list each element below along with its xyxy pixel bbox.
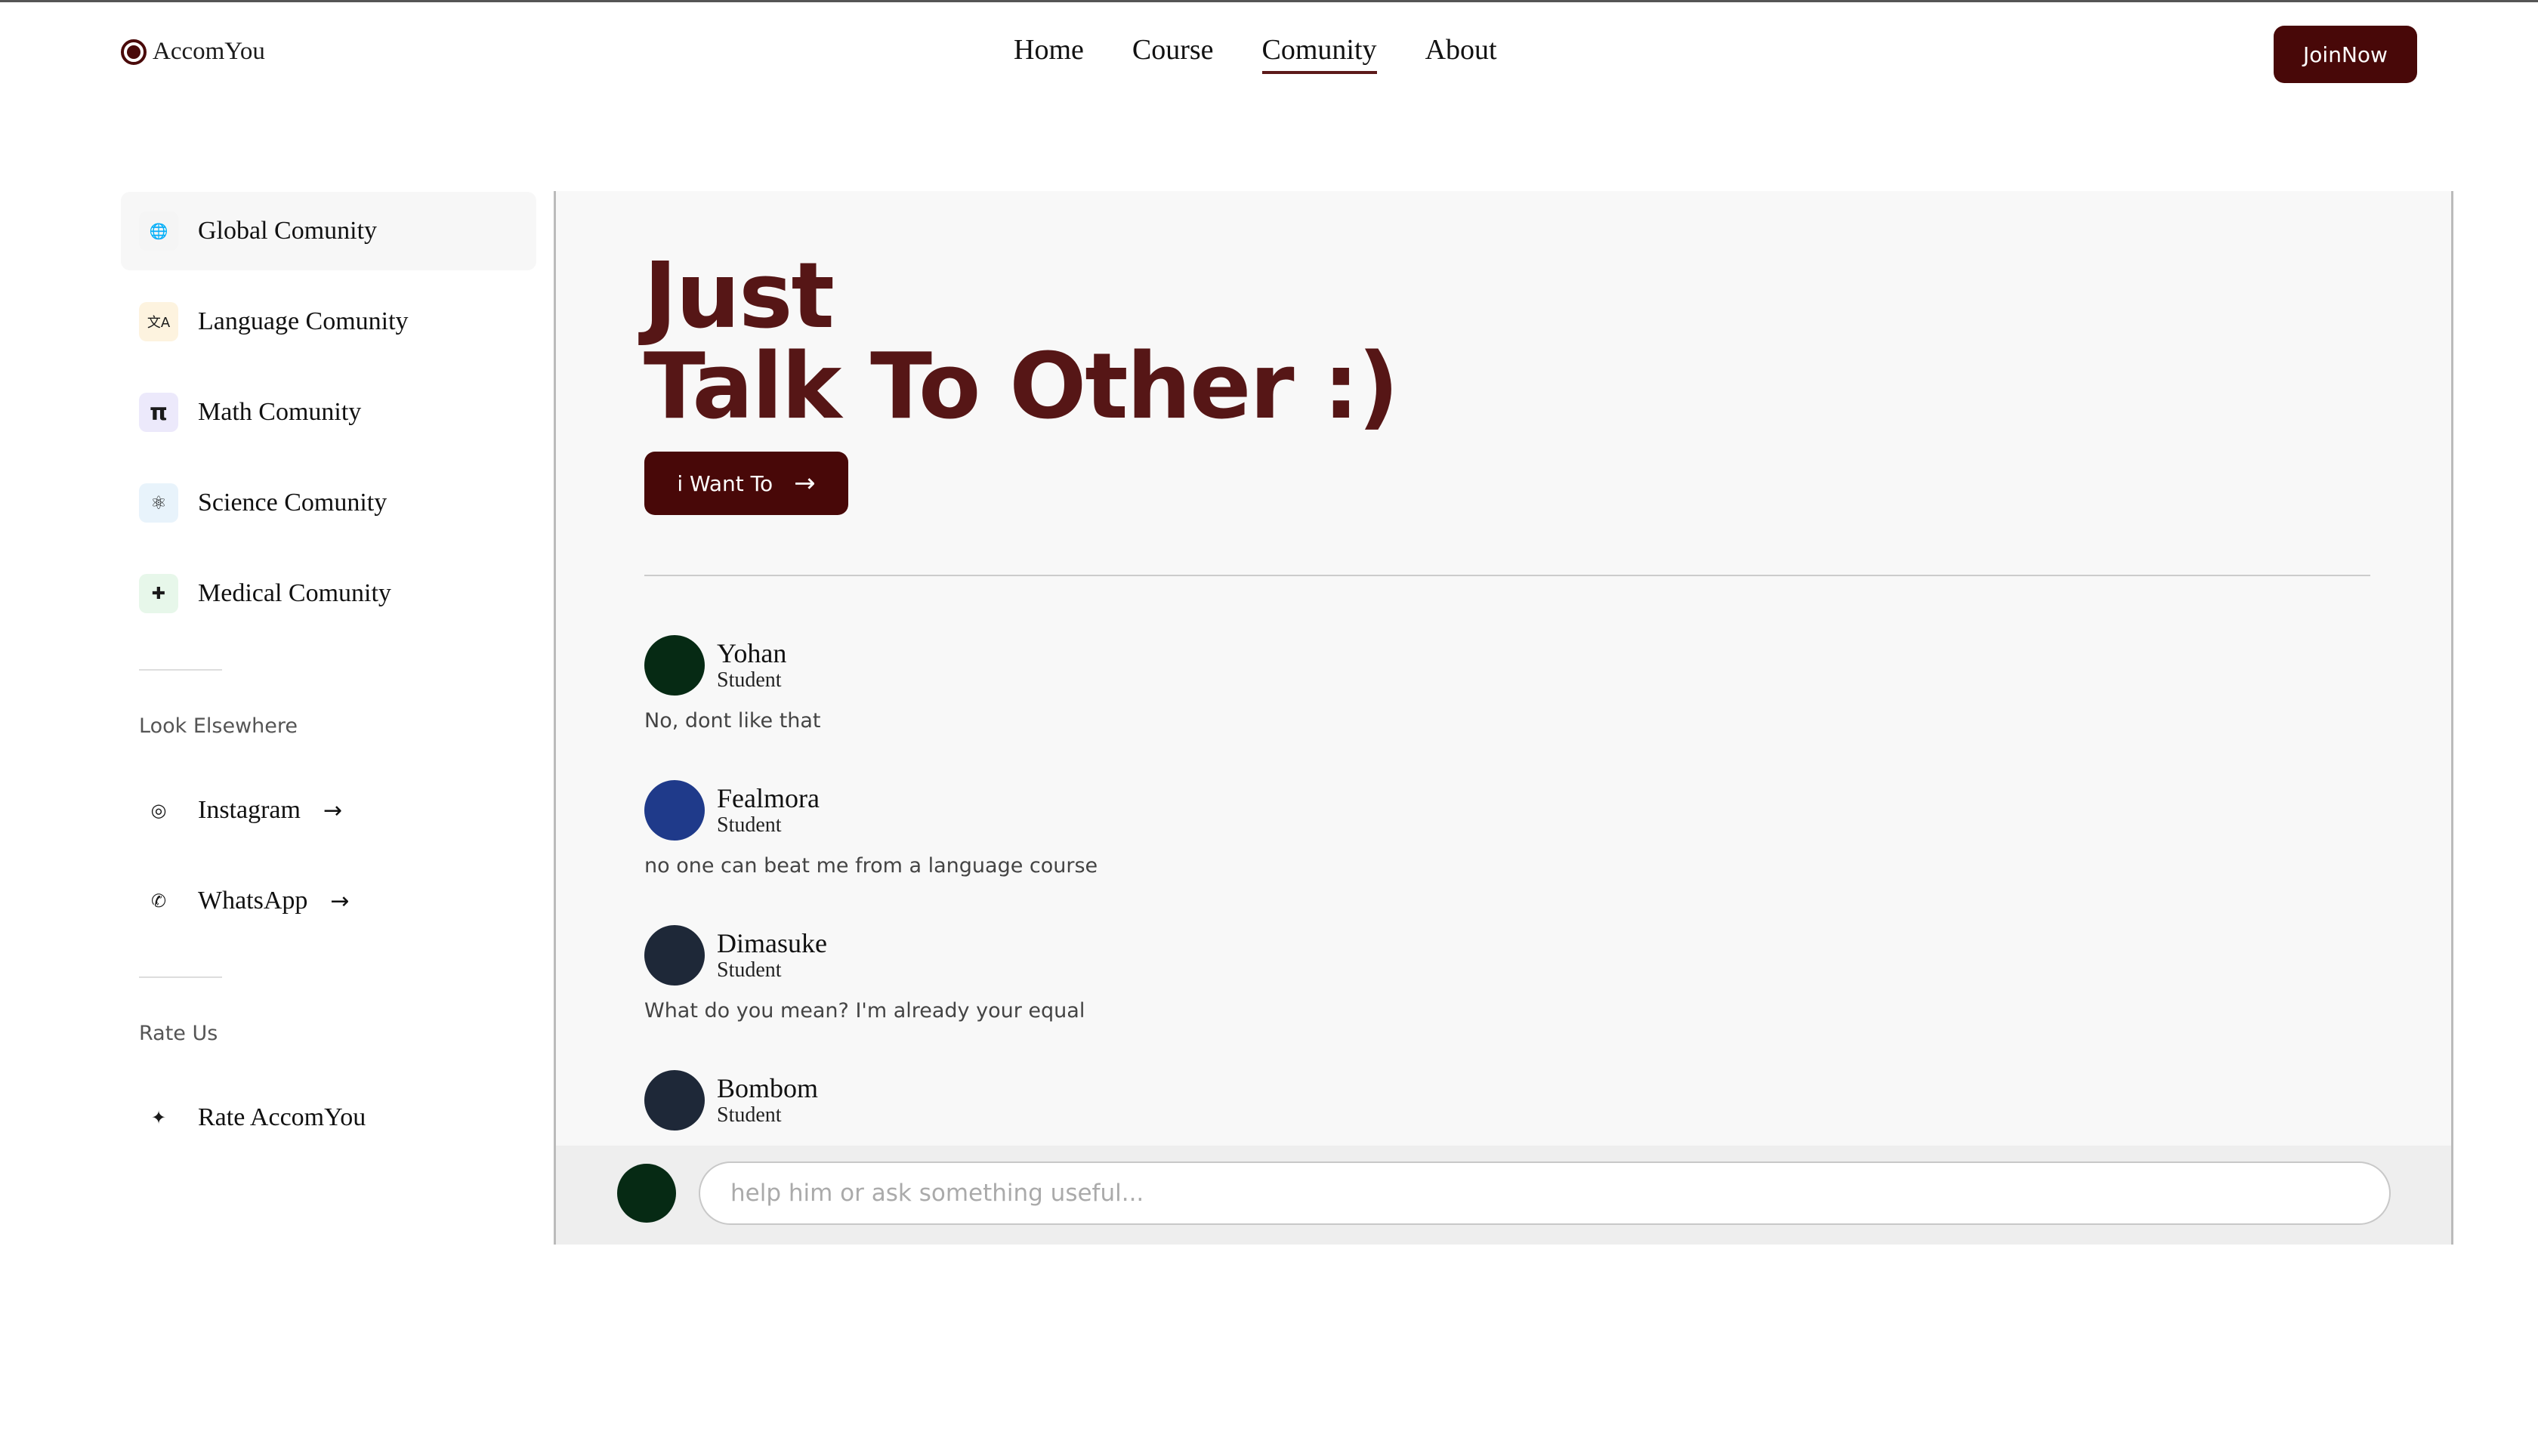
community-panel: Just Talk To Other :) i Want To → Yohan … (554, 191, 2453, 1245)
sidebar-item-science[interactable]: ⚛ Science Comunity (121, 464, 536, 542)
atom-icon: ⚛ (139, 483, 178, 523)
comment-text: What do you mean? I'm already your equal (644, 999, 1085, 1023)
sidebar-item-global[interactable]: 🌐 Global Comunity (121, 192, 536, 270)
comment-author[interactable]: Fealmora (717, 783, 820, 813)
look-elsewhere-heading: Look Elsewhere (139, 714, 298, 738)
comment-item: Dimasuke Student What do you mean? I'm a… (644, 925, 2306, 1070)
join-now-button[interactable]: JoinNow (2274, 26, 2417, 83)
sidebar-item-label: Math Comunity (198, 398, 362, 426)
rate-us-heading: Rate Us (139, 1022, 218, 1045)
main-nav: Home Course Comunity About (1014, 33, 1497, 74)
avatar[interactable] (644, 780, 705, 841)
avatar[interactable] (617, 1164, 676, 1223)
reply-bar (556, 1146, 2451, 1245)
divider (139, 976, 222, 978)
nav-home[interactable]: Home (1014, 33, 1084, 74)
comment-text: No, dont like that (644, 709, 821, 733)
top-border (0, 0, 2538, 2)
logo-icon (121, 39, 147, 65)
avatar[interactable] (644, 1070, 705, 1131)
whatsapp-link[interactable]: ✆ WhatsApp → (121, 862, 536, 940)
comment-list: Yohan Student No, dont like that Fealmor… (644, 635, 2306, 1215)
arrow-right-icon: → (794, 468, 816, 498)
rate-accomyou-label: Rate AccomYou (198, 1103, 366, 1131)
arrow-right-icon: → (323, 797, 343, 824)
instagram-link[interactable]: ◎ Instagram → (121, 771, 536, 850)
i-want-to-button[interactable]: i Want To → (644, 452, 848, 515)
logo[interactable]: AccomYou (121, 38, 265, 66)
avatar[interactable] (644, 925, 705, 986)
instagram-icon: ◎ (150, 800, 167, 821)
sidebar-item-label: Language Comunity (198, 307, 409, 335)
comment-role: Student (717, 1103, 782, 1127)
comment-text: no one can beat me from a language cours… (644, 854, 1098, 878)
i-want-to-label: i Want To (677, 470, 773, 496)
comment-item: Fealmora Student no one can beat me from… (644, 780, 2306, 925)
comment-author[interactable]: Bombom (717, 1073, 818, 1103)
logo-text: AccomYou (153, 38, 265, 65)
globe-icon: 🌐 (139, 211, 178, 251)
nav-course[interactable]: Course (1132, 33, 1214, 74)
whatsapp-label: WhatsApp (198, 887, 308, 915)
page-title: Just Talk To Other :) (644, 251, 1399, 433)
comment-item: Yohan Student No, dont like that (644, 635, 2306, 780)
sidebar-item-math[interactable]: π Math Comunity (121, 373, 536, 452)
sidebar-item-label: Medical Comunity (198, 579, 391, 607)
sidebar-item-medical[interactable]: ✚ Medical Comunity (121, 554, 536, 633)
hero-line-2: Talk To Other :) (644, 335, 1399, 440)
comment-role: Student (717, 958, 782, 982)
translate-icon: 文A (139, 302, 178, 341)
instagram-label: Instagram (198, 796, 301, 824)
divider (139, 669, 222, 671)
whatsapp-icon: ✆ (150, 890, 167, 912)
comment-author[interactable]: Dimasuke (717, 928, 827, 958)
reply-input[interactable] (699, 1161, 2391, 1225)
avatar[interactable] (644, 635, 705, 696)
nav-about[interactable]: About (1425, 33, 1497, 74)
divider (644, 575, 2370, 576)
pi-icon: π (139, 393, 178, 432)
comment-role: Student (717, 668, 782, 692)
sidebar-item-label: Science Comunity (198, 489, 387, 517)
sidebar: 🌐 Global Comunity 文A Language Comunity π… (121, 192, 536, 1169)
sparkle-icon: ✦ (150, 1107, 167, 1128)
nav-comunity[interactable]: Comunity (1261, 33, 1377, 74)
comment-author[interactable]: Yohan (717, 638, 786, 668)
rate-accomyou-link[interactable]: ✦ Rate AccomYou (121, 1078, 536, 1157)
hero-line-1: Just (644, 244, 835, 349)
comment-role: Student (717, 813, 782, 837)
medical-icon: ✚ (139, 574, 178, 613)
sidebar-item-language[interactable]: 文A Language Comunity (121, 282, 536, 361)
arrow-right-icon: → (330, 887, 350, 915)
sidebar-item-label: Global Comunity (198, 217, 378, 245)
